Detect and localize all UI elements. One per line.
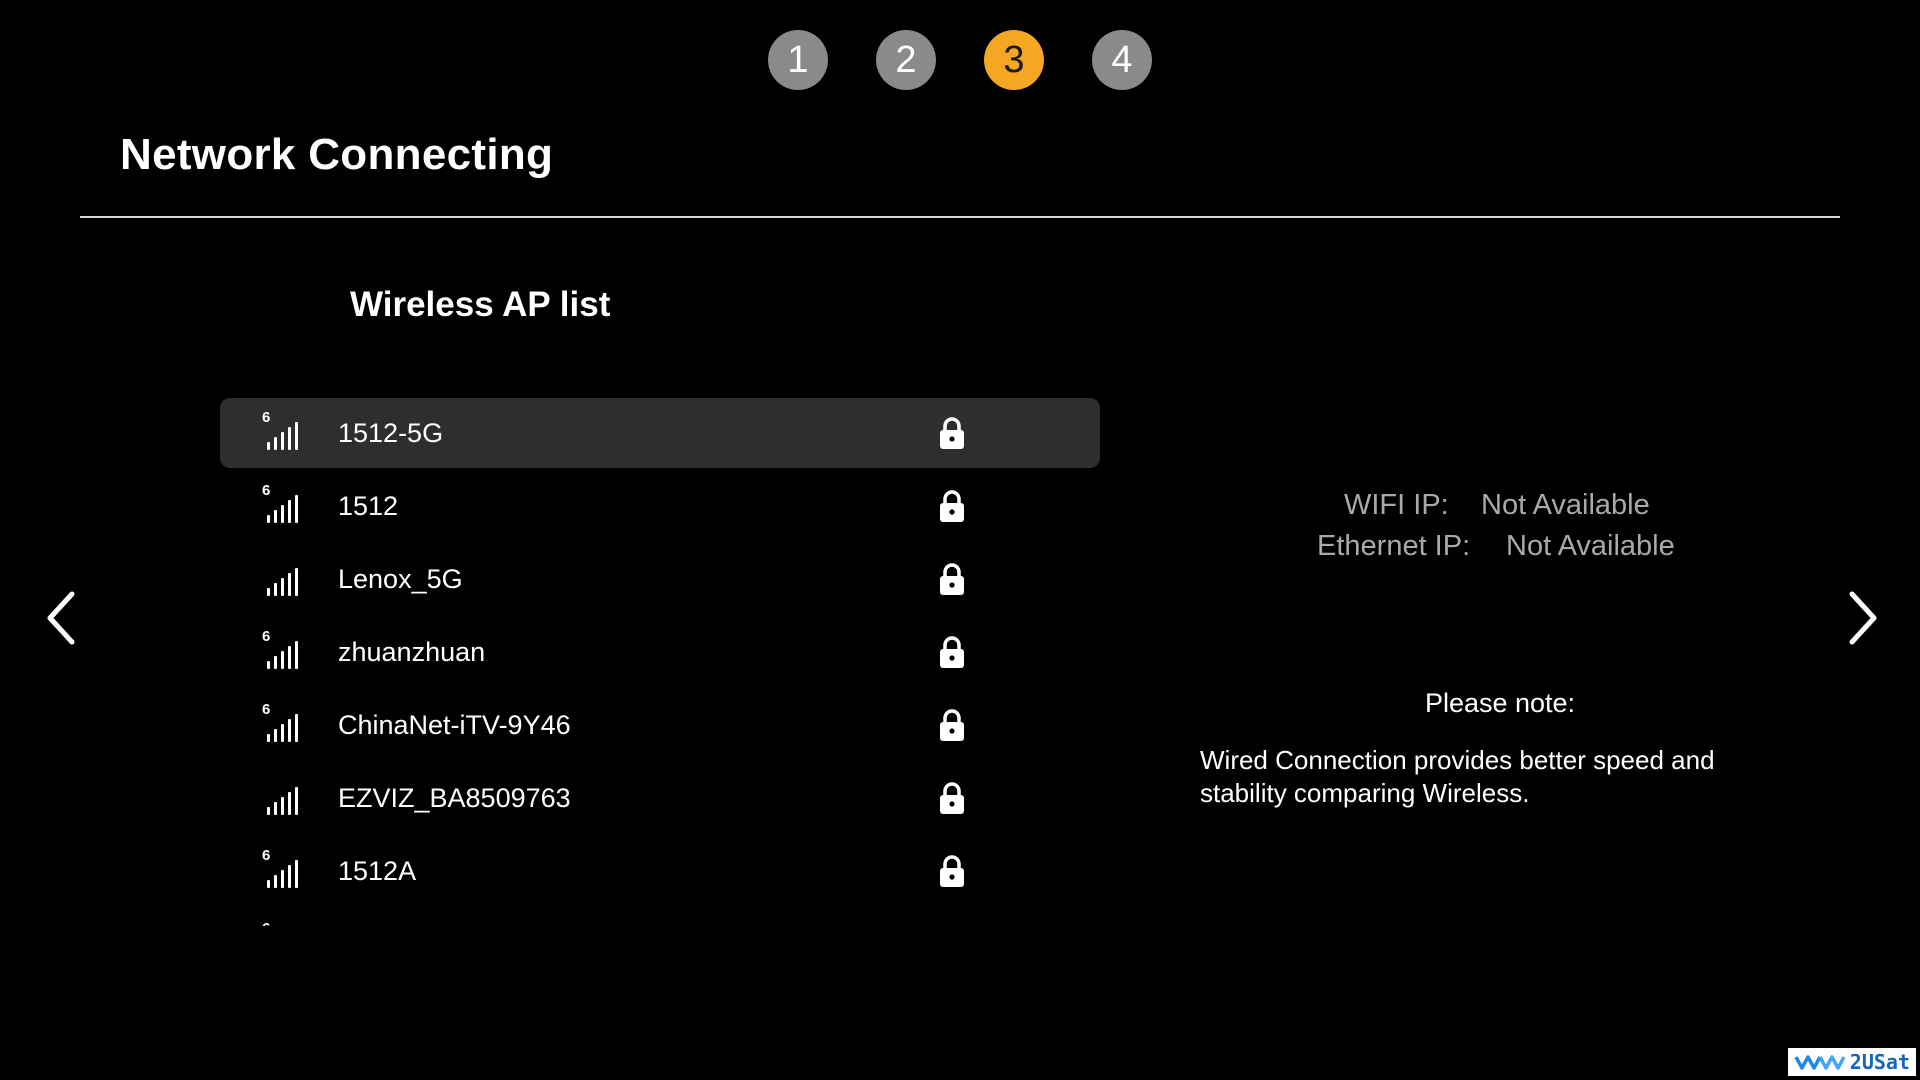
wifi-signal-icon	[262, 775, 302, 819]
ap-name: zhuanzhuan	[338, 637, 486, 667]
wifi-signal-icon: 6	[262, 848, 302, 892]
wifi-signal-icon: 6	[262, 483, 302, 527]
page-title: Network Connecting	[120, 130, 554, 179]
ap-list-item[interactable]: 6	[220, 909, 1100, 926]
lock-icon	[940, 782, 964, 814]
wifi6-badge: 6	[262, 921, 270, 926]
ap-list-item[interactable]: Lenox_5G	[220, 544, 1100, 614]
lock-icon	[940, 636, 964, 668]
step-2: 2	[876, 30, 936, 90]
step-indicator: 1 2 3 4	[0, 30, 1920, 92]
watermark-logo: 2USat	[1787, 1048, 1916, 1076]
step-1: 1	[768, 30, 828, 90]
wifi6-badge: 6	[262, 628, 271, 645]
ap-list-item[interactable]: 6 1512A	[220, 836, 1100, 906]
wifi-signal-icon: 6	[262, 410, 302, 454]
chevron-left-icon[interactable]	[42, 588, 82, 648]
wireless-ap-list[interactable]: 6 1512-5G 6 1512 Lenox_5G 6 zhuanzhuan 6 ChinaNe…	[220, 398, 1100, 926]
ap-list-item[interactable]: 6 1512	[220, 471, 1100, 541]
wifi-ip-label: WIFI IP:	[1344, 489, 1449, 521]
ap-name: 1512	[338, 491, 399, 521]
ap-list-item[interactable]: 6 ChinaNet-iTV-9Y46	[220, 690, 1100, 760]
wifi6-badge: 6	[262, 482, 271, 499]
step-3-current: 3	[984, 30, 1044, 90]
ap-list-item[interactable]: EZVIZ_BA8509763	[220, 763, 1100, 833]
wifi6-badge: 6	[262, 409, 271, 426]
wifi6-badge: 6	[262, 847, 271, 864]
wifi-signal-icon	[262, 556, 302, 600]
wifi-signal-icon: 6	[262, 702, 302, 746]
wifi-signal-icon: 6	[262, 921, 302, 926]
header-divider	[80, 216, 1840, 218]
note-text: Wired Connection provides better speed a…	[1200, 745, 1715, 808]
ap-list-item[interactable]: 6 zhuanzhuan	[220, 617, 1100, 687]
wifi-ip-value: Not Available	[1481, 489, 1650, 521]
watermark-wave-icon	[1794, 1055, 1846, 1070]
ap-list-heading: Wireless AP list	[350, 285, 611, 324]
ap-name: Lenox_5G	[338, 564, 463, 594]
ap-list-item[interactable]: 6 1512-5G	[220, 398, 1100, 468]
ap-name: 1512A	[338, 856, 417, 886]
ap-name: ChinaNet-iTV-9Y46	[338, 710, 571, 740]
note-title: Please note:	[1424, 688, 1576, 718]
chevron-right-icon[interactable]	[1842, 588, 1882, 648]
ethernet-ip-value: Not Available	[1506, 530, 1675, 562]
lock-icon	[940, 709, 964, 741]
step-4: 4	[1092, 30, 1152, 90]
wifi6-badge: 6	[262, 701, 271, 718]
lock-icon	[940, 563, 964, 595]
lock-icon	[940, 417, 964, 449]
wifi-signal-icon: 6	[262, 629, 302, 673]
ethernet-ip-label: Ethernet IP:	[1317, 530, 1471, 562]
ap-name: EZVIZ_BA8509763	[338, 783, 571, 813]
lock-icon	[940, 490, 964, 522]
ap-name: 1512-5G	[338, 418, 444, 448]
watermark-text: 2USat	[1849, 1050, 1910, 1074]
lock-icon	[940, 855, 964, 887]
